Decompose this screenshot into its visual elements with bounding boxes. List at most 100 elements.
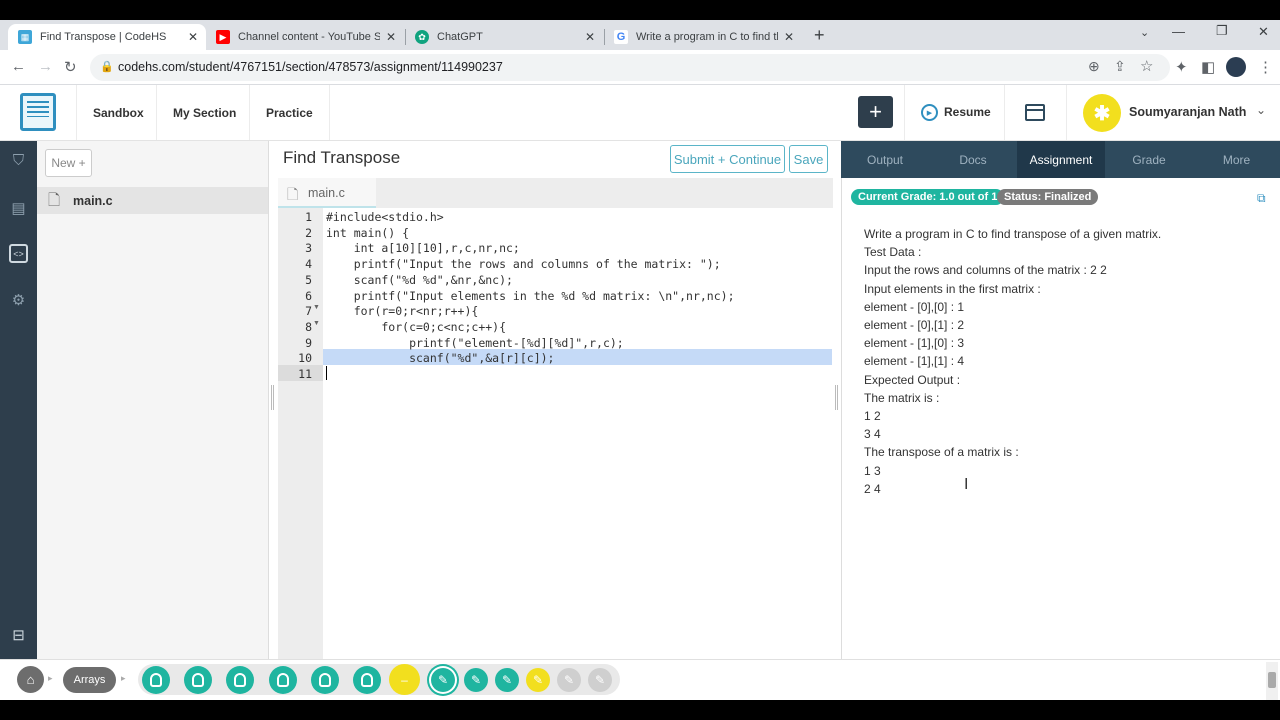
- video-lesson-item[interactable]: [269, 666, 297, 694]
- calendar-icon[interactable]: ▤: [9, 198, 28, 217]
- tab-title: Channel content - YouTube Studio: [238, 31, 380, 43]
- tab-output[interactable]: Output: [841, 141, 929, 178]
- tab-docs[interactable]: Docs: [929, 141, 1017, 178]
- pencil-icon: ✎: [437, 673, 449, 687]
- code-line[interactable]: scanf("%d",&a[r][c]);: [326, 351, 554, 365]
- file-item-main-c[interactable]: 🗋 main.c: [37, 187, 268, 214]
- share-icon[interactable]: ⇪: [1114, 58, 1126, 75]
- url-text: codehs.com/student/4767151/section/47857…: [118, 60, 503, 74]
- browser-menu-icon[interactable]: ⋮: [1258, 58, 1273, 76]
- resume-button[interactable]: Resume: [944, 105, 991, 119]
- panel-resize-handle[interactable]: [835, 385, 838, 410]
- close-tab-icon[interactable]: ✕: [386, 30, 396, 44]
- close-window-icon[interactable]: ✕: [1258, 24, 1269, 40]
- code-line[interactable]: #include<stdio.h>: [326, 210, 444, 224]
- code-line[interactable]: for(r=0;r<nr;r++){: [326, 304, 479, 318]
- pencil-icon: ✎: [563, 673, 575, 687]
- codehs-logo[interactable]: [20, 93, 56, 131]
- back-icon[interactable]: ←: [11, 58, 26, 75]
- assignments-icon[interactable]: [1025, 104, 1045, 121]
- video-lesson-item[interactable]: [226, 666, 254, 694]
- close-tab-icon[interactable]: ✕: [784, 30, 794, 44]
- user-name[interactable]: Soumyaranjan Nath: [1129, 105, 1246, 119]
- code-icon[interactable]: <>: [9, 244, 28, 263]
- assignment-line: 2 4: [864, 481, 881, 496]
- code-line[interactable]: printf("element-[%d][%d]",r,c);: [326, 336, 624, 350]
- open-external-icon[interactable]: ⧉: [1257, 191, 1266, 206]
- panel-tabs: Output Docs Assignment Grade More: [841, 141, 1280, 178]
- profile-avatar[interactable]: [1226, 57, 1246, 77]
- browser-tab-google[interactable]: G Write a program in C to find the ✕: [604, 24, 802, 50]
- scrollbar[interactable]: [1266, 662, 1278, 700]
- save-button[interactable]: Save: [789, 145, 828, 173]
- line-number: 1: [305, 210, 312, 224]
- tab-title: Write a program in C to find the: [636, 31, 778, 43]
- home-icon[interactable]: ⌂: [17, 666, 44, 693]
- assignment-line: 1 3: [864, 463, 881, 478]
- extensions-icon[interactable]: ✦: [1175, 58, 1188, 76]
- browser-tab-youtube[interactable]: ▶ Channel content - YouTube Studio ✕: [206, 24, 404, 50]
- line-number: 11: [298, 367, 312, 381]
- code-line[interactable]: int a[10][10],r,c,nr,nc;: [326, 241, 520, 255]
- exercise-item[interactable]: ✎: [431, 668, 455, 692]
- layout-icon[interactable]: ⊟: [9, 625, 28, 644]
- user-menu-chevron-icon[interactable]: ⌄: [1256, 103, 1266, 117]
- fold-arrow-icon[interactable]: ▼: [313, 304, 320, 311]
- user-avatar[interactable]: ✱: [1083, 94, 1121, 132]
- sidebar-toggle-icon[interactable]: ◧: [1201, 58, 1215, 76]
- map-icon[interactable]: ⛉: [9, 151, 28, 170]
- nav-my-section[interactable]: My Section: [156, 85, 252, 140]
- close-tab-icon[interactable]: ✕: [585, 30, 595, 44]
- quiz-item[interactable]: –: [389, 664, 420, 695]
- nav-practice[interactable]: Practice: [249, 85, 330, 140]
- exercise-item[interactable]: ✎: [557, 668, 581, 692]
- reload-icon[interactable]: ↻: [64, 58, 77, 76]
- chevron-right-icon: ▸: [121, 673, 126, 683]
- tab-assignment[interactable]: Assignment: [1017, 141, 1105, 178]
- tab-more[interactable]: More: [1193, 141, 1280, 178]
- video-lesson-item[interactable]: [311, 666, 339, 694]
- panel-resize-handle[interactable]: [271, 385, 274, 410]
- create-button[interactable]: +: [858, 96, 893, 128]
- browser-tab-codehs[interactable]: ▦ Find Transpose | CodeHS ✕: [8, 24, 206, 50]
- video-lesson-item[interactable]: [142, 666, 170, 694]
- url-field[interactable]: 🔒 codehs.com/student/4767151/section/478…: [90, 54, 1170, 81]
- new-file-button[interactable]: New +: [45, 149, 92, 177]
- codehs-header: Sandbox My Section Practice + ▶ Resume ✱…: [0, 85, 1280, 141]
- restore-icon[interactable]: ❐: [1216, 23, 1228, 39]
- editor-tab-main-c[interactable]: 🗋 main.c: [278, 178, 376, 208]
- line-number: 4: [305, 257, 312, 272]
- pencil-icon: ✎: [501, 673, 513, 687]
- chevron-right-icon: ▸: [48, 673, 53, 683]
- minimize-icon[interactable]: —: [1172, 24, 1185, 39]
- close-tab-icon[interactable]: ✕: [188, 30, 198, 44]
- tab-grade[interactable]: Grade: [1105, 141, 1193, 178]
- nav-sandbox[interactable]: Sandbox: [76, 85, 160, 140]
- code-line[interactable]: scanf("%d %d",&nr,&nc);: [326, 273, 513, 287]
- lightbulb-icon: [234, 673, 246, 687]
- line-number: 7: [305, 304, 312, 319]
- zoom-icon[interactable]: ⊕: [1088, 58, 1100, 75]
- code-line[interactable]: int main() {: [326, 226, 409, 240]
- assignment-line: Write a program in C to find transpose o…: [864, 227, 1162, 241]
- code-line[interactable]: printf("Input the rows and columns of th…: [326, 257, 721, 271]
- tab-search-icon[interactable]: ⌄: [1140, 26, 1149, 39]
- code-line[interactable]: for(c=0;c<nc;c++){: [326, 320, 506, 334]
- fold-arrow-icon[interactable]: ▼: [313, 320, 320, 327]
- browser-tab-chatgpt[interactable]: ✿ ChatGPT ✕: [405, 24, 603, 50]
- assignment-line: element - [1],[0] : 3: [864, 336, 965, 351]
- new-tab-button[interactable]: +: [814, 25, 825, 46]
- video-lesson-item[interactable]: [353, 666, 381, 694]
- settings-gear-icon[interactable]: ⚙: [9, 290, 28, 309]
- bookmark-star-icon[interactable]: ☆: [1140, 57, 1153, 75]
- video-lesson-item[interactable]: [184, 666, 212, 694]
- exercise-item[interactable]: ✎: [495, 668, 519, 692]
- exercise-item[interactable]: ✎: [526, 668, 550, 692]
- arrays-module-button[interactable]: Arrays: [63, 667, 116, 693]
- exercise-item[interactable]: ✎: [464, 668, 488, 692]
- exercise-item[interactable]: ✎: [588, 668, 612, 692]
- submit-continue-button[interactable]: Submit + Continue: [670, 145, 785, 173]
- code-line[interactable]: printf("Input elements in the %d %d matr…: [326, 289, 735, 303]
- assignment-line: 3 4: [864, 427, 881, 442]
- forward-icon[interactable]: →: [38, 58, 53, 75]
